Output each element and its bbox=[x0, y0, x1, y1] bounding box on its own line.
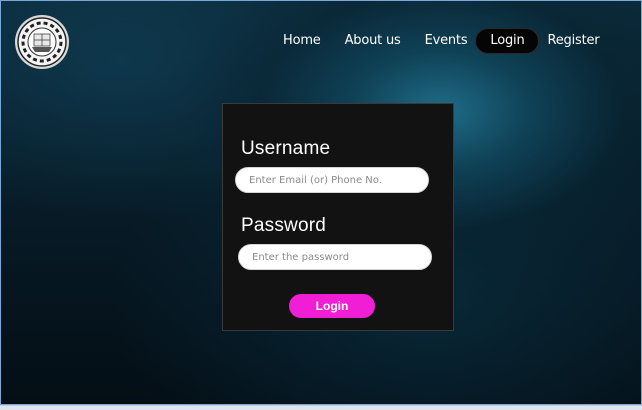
password-label: Password bbox=[241, 215, 327, 236]
nav-about-us[interactable]: About us bbox=[333, 29, 413, 53]
username-label: Username bbox=[241, 138, 331, 159]
top-navigation: Home About us Events Login Register bbox=[271, 28, 611, 54]
username-input[interactable] bbox=[235, 167, 429, 193]
nav-register[interactable]: Register bbox=[535, 29, 611, 53]
login-form: Username Password Login bbox=[222, 103, 454, 331]
page-background: Home About us Events Login Register User… bbox=[0, 0, 642, 405]
emblem-graphic bbox=[17, 17, 67, 67]
nav-home[interactable]: Home bbox=[271, 29, 333, 53]
nav-events[interactable]: Events bbox=[413, 29, 480, 53]
nav-login[interactable]: Login bbox=[475, 28, 540, 54]
password-input[interactable] bbox=[238, 244, 432, 270]
login-button[interactable]: Login bbox=[289, 294, 375, 318]
college-emblem-icon[interactable] bbox=[17, 17, 67, 67]
window-bottom-edge bbox=[0, 405, 642, 410]
